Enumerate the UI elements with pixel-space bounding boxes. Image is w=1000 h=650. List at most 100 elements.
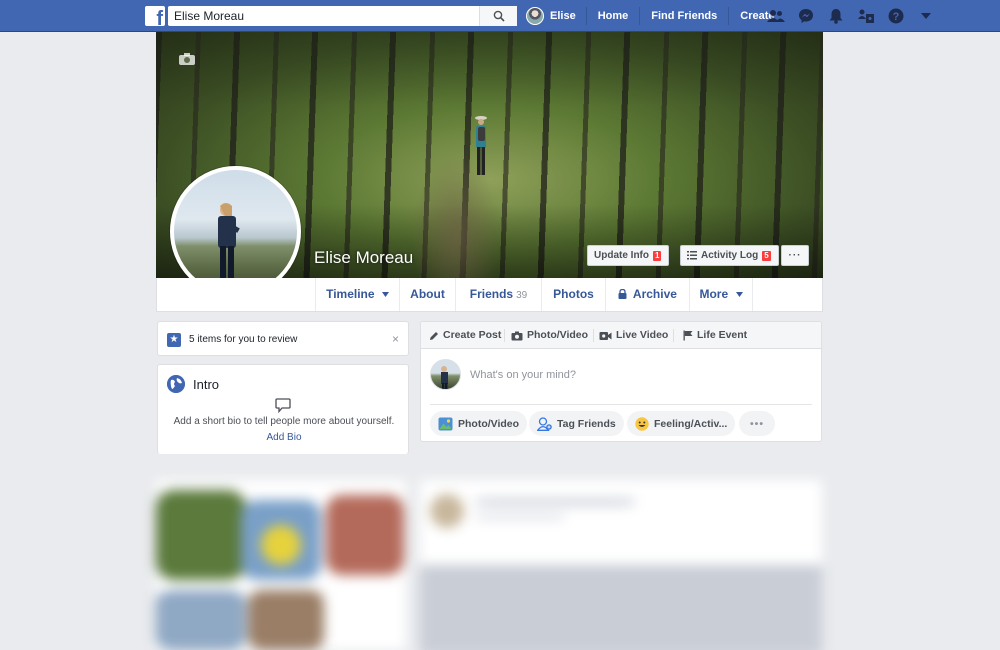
update-info-label: Update Info: [594, 250, 649, 261]
composer-divider: [430, 404, 812, 405]
notifications-icon[interactable]: [825, 6, 847, 26]
search-box: [168, 6, 517, 26]
top-nav-links: Elise Home Find Friends Create: [526, 0, 786, 32]
activity-log-label: Activity Log: [701, 250, 759, 261]
blurred-post-card: [420, 480, 822, 650]
messenger-icon[interactable]: [795, 6, 817, 26]
profile-name[interactable]: Elise Moreau: [314, 248, 413, 268]
chevron-down-icon: [735, 292, 743, 298]
more-options-icon: ···: [788, 250, 802, 261]
blurred-photo: [156, 490, 246, 580]
more-actions-icon: •••: [749, 417, 765, 430]
lock-icon: [618, 288, 627, 299]
nav-user-name: Elise: [550, 10, 576, 22]
nav-home-link[interactable]: Home: [587, 7, 641, 25]
blurred-photo: [156, 590, 246, 650]
pencil-icon: [430, 331, 438, 340]
tab-timeline-label: Timeline: [326, 287, 375, 301]
facebook-logo-icon[interactable]: f: [145, 6, 165, 26]
top-nav-bar: f Elise Home Find Friends Create ?: [0, 0, 1000, 32]
globe-icon: [167, 375, 185, 393]
photo-video-label: Photo/Video: [527, 329, 589, 341]
post-composer: Create Post Photo/Video Live Video Life …: [420, 321, 822, 442]
search-input[interactable]: [168, 7, 478, 25]
tab-friends-label: Friends: [469, 287, 514, 301]
composer-tab-create-post[interactable]: Create Post: [429, 322, 501, 349]
create-post-label: Create Post: [443, 329, 502, 341]
nav-profile-link[interactable]: Elise: [526, 7, 587, 25]
blurred-photos-card: [156, 480, 406, 650]
composer-tab-separator: [593, 329, 594, 342]
intro-card: Intro Add a short bio to tell people mor…: [157, 364, 409, 454]
blurred-avatar: [430, 494, 464, 528]
blurred-text: [475, 498, 635, 506]
camera-icon[interactable]: [178, 52, 196, 66]
tab-archive-label: Archive: [632, 287, 677, 301]
close-icon[interactable]: ×: [392, 332, 399, 346]
photo-icon: [438, 417, 453, 430]
video-camera-icon: [599, 331, 612, 340]
update-info-button[interactable]: Update Info 1: [587, 245, 669, 266]
more-options-button[interactable]: ···: [781, 245, 809, 266]
avatar: [430, 359, 461, 390]
activity-log-button[interactable]: Activity Log 5: [680, 245, 779, 266]
tab-more-label: More: [699, 287, 729, 301]
svg-text:?: ?: [893, 11, 900, 23]
tab-archive[interactable]: Archive: [605, 278, 689, 311]
search-icon: [493, 10, 505, 22]
composer-tab-separator: [504, 329, 505, 342]
tab-more[interactable]: More: [689, 278, 753, 311]
composer-tabs: Create Post Photo/Video Live Video Life …: [421, 322, 821, 349]
composer-tab-life-event[interactable]: Life Event: [683, 322, 747, 349]
star-icon: ★: [167, 333, 181, 347]
update-info-badge: 1: [653, 250, 662, 261]
avatar: [526, 7, 544, 25]
search-button[interactable]: [479, 6, 517, 26]
groups-icon[interactable]: [855, 6, 877, 26]
blurred-photo: [261, 525, 301, 565]
chevron-down-icon: [381, 292, 389, 298]
tab-friends[interactable]: Friends 39: [455, 278, 541, 311]
blurred-photo: [326, 495, 404, 575]
camera-icon: [511, 331, 523, 340]
flag-icon: [683, 330, 693, 341]
review-notice[interactable]: ★ 5 items for you to review ×: [157, 321, 409, 356]
tab-photos-label: Photos: [553, 287, 594, 301]
bio-prompt: Add a short bio to tell people more abou…: [173, 416, 395, 427]
friends-count: 39: [516, 290, 528, 301]
blurred-text: [475, 514, 565, 520]
review-text: 5 items for you to review: [189, 334, 298, 345]
blurred-feed-region: [156, 450, 826, 650]
tag-friends-label: Tag Friends: [557, 417, 616, 430]
life-event-label: Life Event: [697, 329, 748, 341]
composer-tab-live-video[interactable]: Live Video: [599, 322, 668, 349]
smiley-icon: [635, 416, 649, 431]
nav-find-friends-link[interactable]: Find Friends: [640, 7, 730, 25]
tag-friends-button[interactable]: Tag Friends: [529, 411, 624, 436]
blurred-photo: [248, 590, 324, 650]
friend-requests-icon[interactable]: [765, 6, 787, 26]
dropdown-caret-icon[interactable]: [915, 6, 937, 26]
add-bio-link[interactable]: Add Bio: [158, 432, 410, 443]
tab-about-label: About: [410, 287, 445, 301]
blurred-image: [420, 565, 822, 650]
composer-input[interactable]: What's on your mind?: [470, 369, 576, 381]
tab-photos[interactable]: Photos: [541, 278, 605, 311]
help-icon[interactable]: ?: [885, 6, 907, 26]
photo-video-button[interactable]: Photo/Video: [430, 411, 528, 436]
nav-icons: ?: [765, 6, 945, 26]
composer-tab-photo-video[interactable]: Photo/Video: [511, 322, 588, 349]
feeling-activity-button[interactable]: Feeling/Activ...: [627, 411, 736, 436]
photo-video-action-label: Photo/Video: [458, 417, 520, 430]
profile-tabs: Timeline About Friends 39 Photos Archive …: [156, 278, 823, 312]
composer-tab-separator: [673, 329, 674, 342]
more-actions-button[interactable]: •••: [739, 411, 775, 436]
feeling-activity-label: Feeling/Activ...: [654, 417, 728, 430]
tab-about[interactable]: About: [399, 278, 455, 311]
live-video-label: Live Video: [616, 329, 669, 341]
intro-title: Intro: [193, 377, 220, 392]
tab-timeline[interactable]: Timeline: [315, 278, 399, 311]
activity-log-badge: 5: [762, 250, 771, 261]
tag-friends-icon: [537, 416, 552, 431]
cover-hiker: [475, 116, 487, 175]
